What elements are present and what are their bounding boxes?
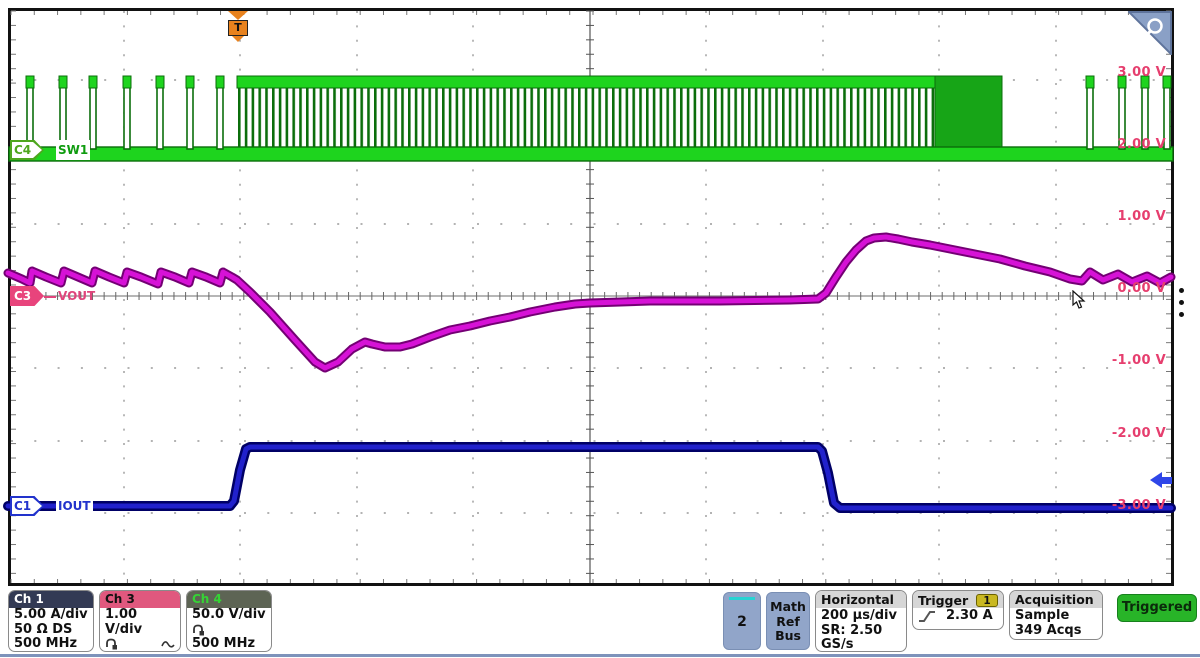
scale-label: -3.00 V (1112, 498, 1166, 513)
bottom-edge-line (0, 654, 1200, 657)
c4-badge-text: C4 (14, 140, 38, 160)
trigger-marker-triangle (228, 11, 248, 20)
ch3-title: Ch 3 (100, 591, 180, 608)
zoom-corner-button[interactable] (1128, 11, 1172, 55)
coupling-icon (192, 624, 205, 636)
ch4-scale: 50.0 V/div (192, 608, 266, 623)
scale-label: -1.00 V (1112, 353, 1166, 368)
c4-arrow-badge[interactable]: C4 (10, 140, 44, 160)
math-ref-bus-button[interactable]: Math Ref Bus (766, 592, 810, 650)
sample-rate-value: SR: 2.50 GS/s (821, 624, 901, 653)
trigger-marker-tail (232, 36, 244, 42)
trigger-source-badge: 1 (976, 594, 998, 607)
ch1-scale: 5.00 A/div (14, 608, 88, 623)
acquisition-mode: Sample (1015, 609, 1097, 624)
acquisition-title: Acquisition (1010, 591, 1102, 608)
coupling-icon (105, 638, 118, 650)
trigger-level-arrow-icon[interactable] (1150, 472, 1172, 489)
status-bar: Ch 1 5.00 A/div 50 Ω DS 500 MHz Ch 3 1.0… (0, 588, 1200, 658)
scale-label: 2.00 V (1118, 137, 1166, 152)
trigger-marker-flag: T (228, 20, 248, 36)
ch4-bandwidth: 500 MHz (192, 637, 266, 652)
ch3-scale: 1.00 V/div (105, 608, 175, 637)
trigger-panel[interactable]: Trigger 1 2.30 A (912, 590, 1004, 630)
rising-edge-icon (918, 609, 936, 624)
bus-label: Bus (767, 629, 809, 644)
zoom-2-label: 2 (724, 614, 760, 630)
trigger-level-value: 2.30 A (946, 609, 993, 624)
scale-label: -2.00 V (1112, 426, 1166, 441)
channel-badge-ch3[interactable]: Ch 3 1.00 V/div 20 MHz Bw (99, 590, 181, 652)
graticule-border (8, 8, 1174, 586)
mouse-cursor (1072, 290, 1088, 310)
channel-badge-ch1[interactable]: Ch 1 5.00 A/div 50 Ω DS 500 MHz (8, 590, 94, 652)
sine-wave-icon (161, 639, 175, 649)
ch1-termination: 50 Ω DS (14, 623, 88, 638)
c3-arrow-badge[interactable]: C3 (10, 286, 44, 306)
oscilloscope-screen: { "scope": { "trigger_marker": "T", "sca… (0, 0, 1200, 658)
ch4-title: Ch 4 (187, 591, 271, 608)
trigger-title: Trigger (918, 593, 968, 608)
channel-badge-ch4[interactable]: Ch 4 50.0 V/div 500 MHz (186, 590, 272, 652)
horizontal-title: Horizontal (816, 591, 906, 608)
kebab-menu-icon[interactable] (1177, 288, 1185, 324)
c3-badge-text: C3 (14, 286, 38, 306)
timebase-value: 200 µs/div (821, 609, 901, 624)
zoom-2-button[interactable]: 2 (723, 592, 761, 650)
c1-badge-text: C1 (14, 496, 38, 516)
scale-label: 0.00 V (1118, 281, 1166, 296)
ch3-bandwidth: 20 MHz Bw (105, 651, 175, 652)
acquisition-count: 349 Acqs (1015, 624, 1097, 639)
math-label: Math (767, 600, 809, 615)
c1-arrow-badge[interactable]: C1 (10, 496, 44, 516)
ref-label: Ref (767, 615, 809, 630)
sw1-label: SW1 (56, 140, 90, 160)
acquisition-panel[interactable]: Acquisition Sample 349 Acqs (1009, 590, 1103, 640)
vout-dash (44, 296, 56, 298)
iout-label: IOUT (56, 496, 93, 516)
vout-label: VOUT (56, 286, 97, 306)
trigger-position-marker[interactable]: T (226, 11, 250, 42)
cyan-accent (729, 597, 755, 600)
triggered-status-badge: Triggered (1117, 594, 1197, 622)
ch1-title: Ch 1 (9, 591, 93, 608)
ch1-bandwidth: 500 MHz (14, 637, 88, 652)
scale-label: 1.00 V (1118, 209, 1166, 224)
horizontal-panel[interactable]: Horizontal 200 µs/div SR: 2.50 GS/s RL: … (815, 590, 907, 652)
scale-label: 3.00 V (1118, 65, 1166, 80)
